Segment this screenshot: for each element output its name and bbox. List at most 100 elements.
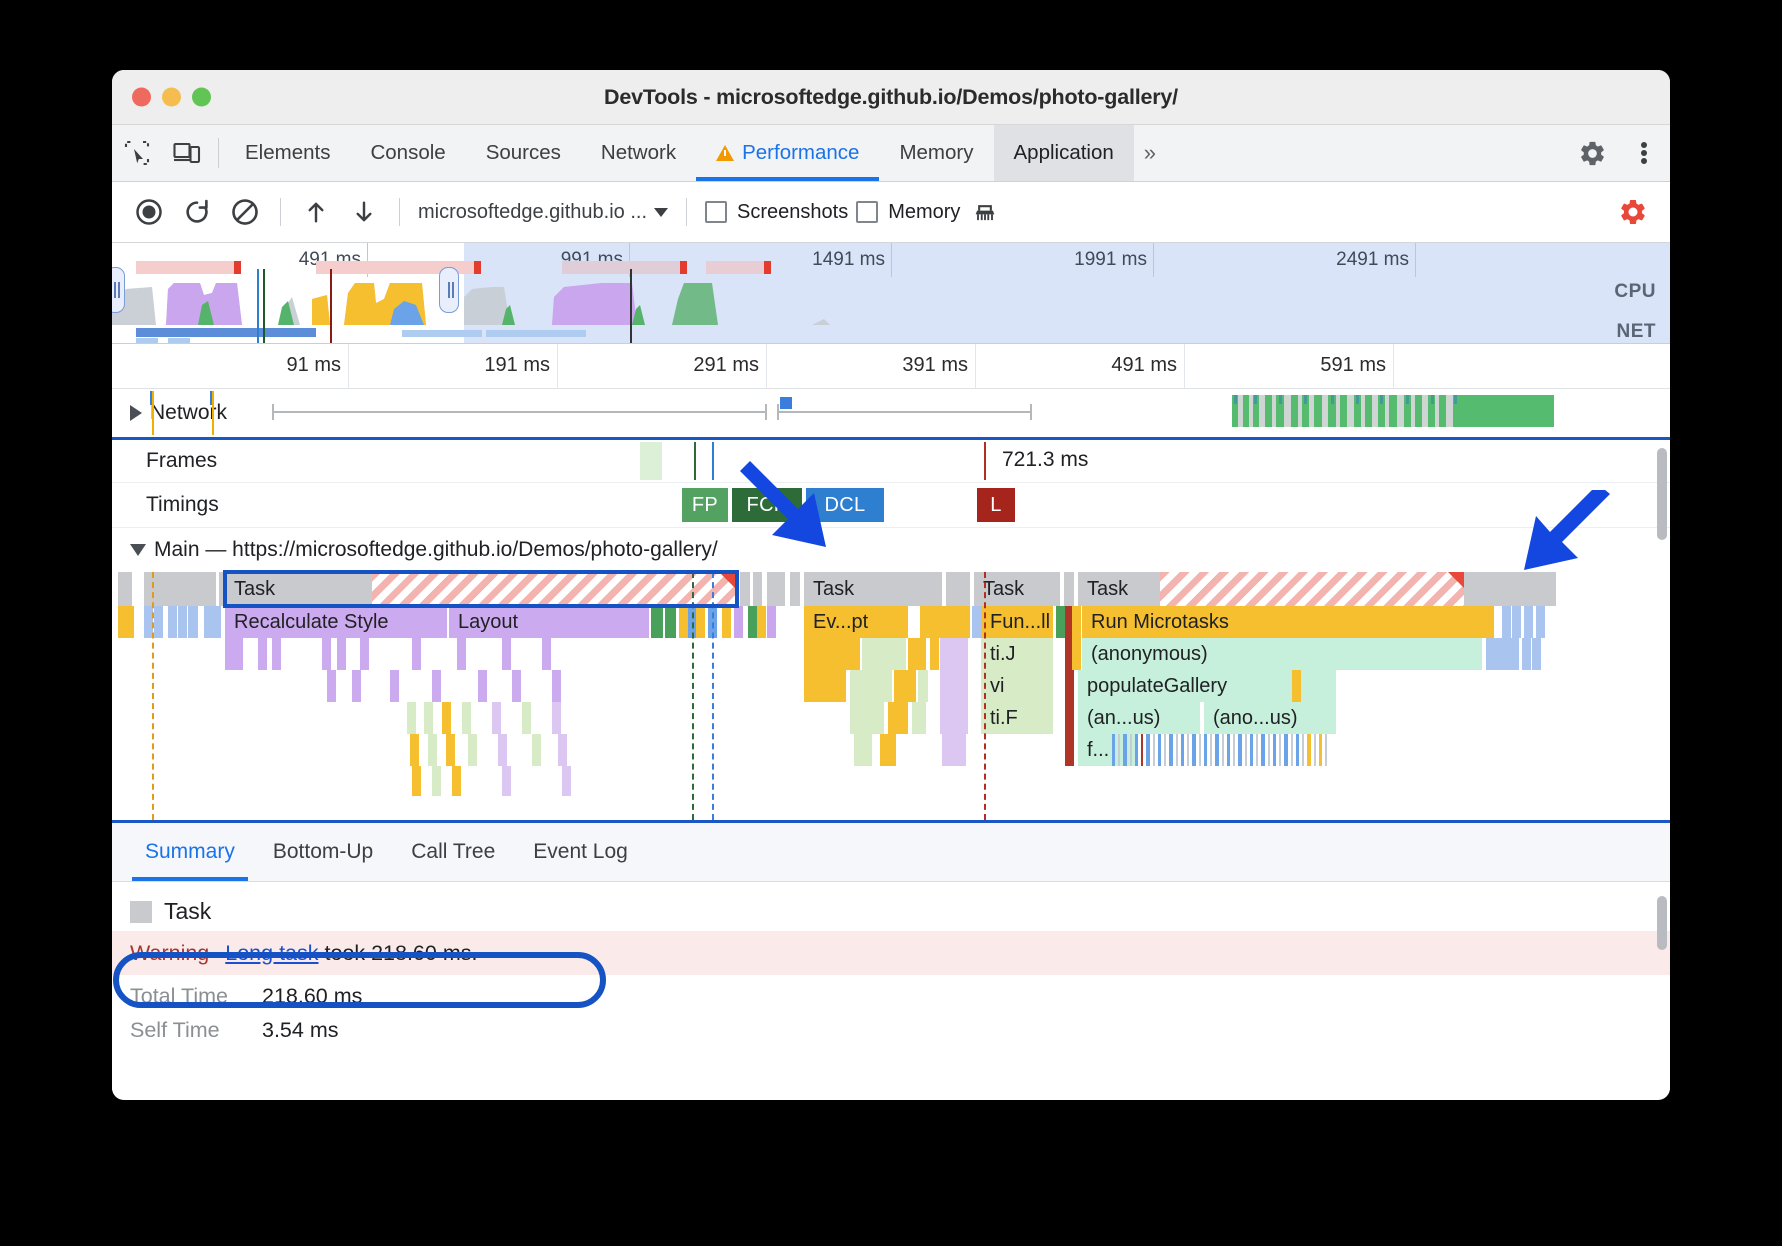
- flame-block-label: f...: [1087, 739, 1109, 762]
- network-track[interactable]: Network: [112, 389, 1670, 440]
- recording-target-select[interactable]: microsoftedge.github.io ...: [412, 201, 674, 224]
- network-ds-request-tail[interactable]: [1462, 395, 1554, 427]
- tab-memory[interactable]: Memory: [879, 125, 993, 181]
- flame-block-label: Task: [1087, 578, 1128, 601]
- overview-tick-2: 1491 ms: [812, 249, 891, 271]
- tab-elements[interactable]: Elements: [225, 125, 350, 181]
- record-button[interactable]: [126, 189, 172, 235]
- main-track-header[interactable]: Main — https://microsoftedge.github.io/D…: [112, 528, 1670, 572]
- window-titlebar: DevTools - microsoftedge.github.io/Demos…: [112, 70, 1670, 125]
- timeline-tick-5: 591 ms: [1320, 354, 1393, 377]
- flame-block-recalculate-style[interactable]: Recalculate Style: [225, 606, 447, 638]
- frames-track-label: Frames: [146, 449, 217, 473]
- settings-gear-icon[interactable]: [1566, 139, 1618, 168]
- flame-block-vi[interactable]: vi: [981, 670, 1053, 702]
- minimize-window-button[interactable]: [162, 88, 181, 107]
- load-profile-icon[interactable]: [293, 189, 339, 235]
- tab-network[interactable]: Network: [581, 125, 696, 181]
- memory-checkbox-box: [856, 201, 878, 223]
- clear-recording-button[interactable]: [222, 189, 268, 235]
- timings-track-label: Timings: [146, 493, 219, 517]
- overview-dcl-marker: [257, 269, 259, 343]
- event-color-swatch: [130, 901, 152, 923]
- timeline-tick-0: 91 ms: [287, 354, 348, 377]
- collect-garbage-icon[interactable]: [962, 189, 1008, 235]
- flame-block-evaluate-script[interactable]: Ev...pt: [804, 606, 908, 638]
- network-request-bar[interactable]: [777, 411, 1032, 413]
- annotation-arrow-task-end: [1500, 490, 1620, 590]
- timing-marker-fp-label: FP: [692, 494, 718, 517]
- screenshots-label: Screenshots: [737, 201, 848, 224]
- flame-block-label: Task: [983, 578, 1024, 601]
- flame-block-anon-2[interactable]: (ano...us): [1204, 702, 1336, 734]
- flame-block-anon-1[interactable]: (an...us): [1078, 702, 1200, 734]
- frame-block[interactable]: [640, 442, 662, 480]
- memory-checkbox[interactable]: Memory: [856, 201, 960, 224]
- summary-self-time-row: Self Time 3.54 ms: [112, 1009, 1670, 1043]
- tab-application[interactable]: Application: [994, 125, 1134, 181]
- tab-call-tree[interactable]: Call Tree: [392, 823, 514, 881]
- tabbar-divider: [218, 138, 219, 168]
- main-track-header-row[interactable]: Main — https://microsoftedge.github.io/D…: [130, 538, 718, 562]
- toolbar-divider-2: [399, 198, 400, 226]
- capture-settings-icon[interactable]: [1610, 189, 1656, 235]
- zoom-window-button[interactable]: [192, 88, 211, 107]
- expand-arrow-icon[interactable]: [130, 405, 142, 421]
- timings-track[interactable]: Timings FP FCP DCL L: [112, 483, 1670, 528]
- timeline-overview[interactable]: 491 ms 991 ms 1491 ms 1991 ms 2491 ms: [112, 243, 1670, 344]
- tab-elements-label: Elements: [245, 141, 330, 165]
- tab-sources-label: Sources: [486, 141, 561, 165]
- timing-marker-load[interactable]: L: [977, 488, 1015, 522]
- tab-summary[interactable]: Summary: [126, 823, 254, 881]
- network-request-bar[interactable]: [272, 411, 767, 413]
- summary-event-header: Task: [112, 882, 1670, 931]
- tab-call-tree-label: Call Tree: [411, 840, 495, 864]
- flame-block-task-2[interactable]: Task: [974, 572, 1060, 606]
- flame-block-function-call[interactable]: Fun...ll: [981, 606, 1053, 638]
- flame-block-label: Run Microtasks: [1091, 611, 1229, 634]
- tab-performance[interactable]: Performance: [696, 125, 879, 181]
- screenshot-root: DevTools - microsoftedge.github.io/Demos…: [0, 0, 1782, 1246]
- save-profile-icon[interactable]: [341, 189, 387, 235]
- flame-block-layout[interactable]: Layout: [449, 606, 649, 638]
- device-toolbar-icon[interactable]: [162, 125, 212, 181]
- main-flame-chart[interactable]: Task Task Task: [112, 572, 1670, 820]
- recording-target-label: microsoftedge.github.io ...: [418, 201, 647, 224]
- toolbar-divider-1: [280, 198, 281, 226]
- overview-range-start-handle[interactable]: [112, 267, 125, 313]
- flame-block-run-microtasks[interactable]: Run Microtasks: [1082, 606, 1494, 638]
- timing-marker-fp[interactable]: FP: [682, 488, 728, 522]
- timeline-tick-1: 191 ms: [484, 354, 557, 377]
- flame-block-anonymous[interactable]: (anonymous): [1082, 638, 1482, 670]
- network-request-chip[interactable]: [780, 397, 792, 409]
- screenshots-checkbox[interactable]: Screenshots: [705, 201, 848, 224]
- tab-console-label: Console: [370, 141, 445, 165]
- summary-scrollbar[interactable]: [1657, 896, 1667, 950]
- overview-range-end-handle[interactable]: [439, 267, 459, 313]
- tab-bottom-up[interactable]: Bottom-Up: [254, 823, 392, 881]
- memory-label: Memory: [888, 201, 960, 224]
- reload-and-record-button[interactable]: [174, 189, 220, 235]
- flame-block-ti-f[interactable]: ti.F: [981, 702, 1053, 734]
- tab-console[interactable]: Console: [350, 125, 465, 181]
- timeline-scrollbar[interactable]: [1657, 448, 1667, 540]
- more-options-icon[interactable]: [1618, 139, 1670, 167]
- tab-sources[interactable]: Sources: [466, 125, 581, 181]
- flame-block-ti-j[interactable]: ti.J: [981, 638, 1053, 670]
- window-title: DevTools - microsoftedge.github.io/Demos…: [112, 85, 1670, 110]
- frames-track[interactable]: Frames 721.3 ms: [112, 440, 1670, 483]
- flame-block-label: (an...us): [1087, 707, 1160, 730]
- overview-net-row: [112, 323, 1670, 343]
- tab-bottom-up-label: Bottom-Up: [273, 840, 373, 864]
- inspect-element-icon[interactable]: [112, 125, 162, 181]
- more-tabs-button[interactable]: »: [1134, 125, 1166, 181]
- main-track-label: Main — https://microsoftedge.github.io/D…: [154, 538, 718, 562]
- window-controls[interactable]: [132, 88, 211, 107]
- self-time-label: Self Time: [130, 1018, 262, 1043]
- collapse-arrow-icon[interactable]: [130, 544, 146, 556]
- tab-performance-label: Performance: [742, 141, 859, 165]
- close-window-button[interactable]: [132, 88, 151, 107]
- network-ds-request[interactable]: [1232, 395, 1462, 427]
- flame-block-task-1[interactable]: Task: [804, 572, 942, 606]
- tab-event-log[interactable]: Event Log: [514, 823, 647, 881]
